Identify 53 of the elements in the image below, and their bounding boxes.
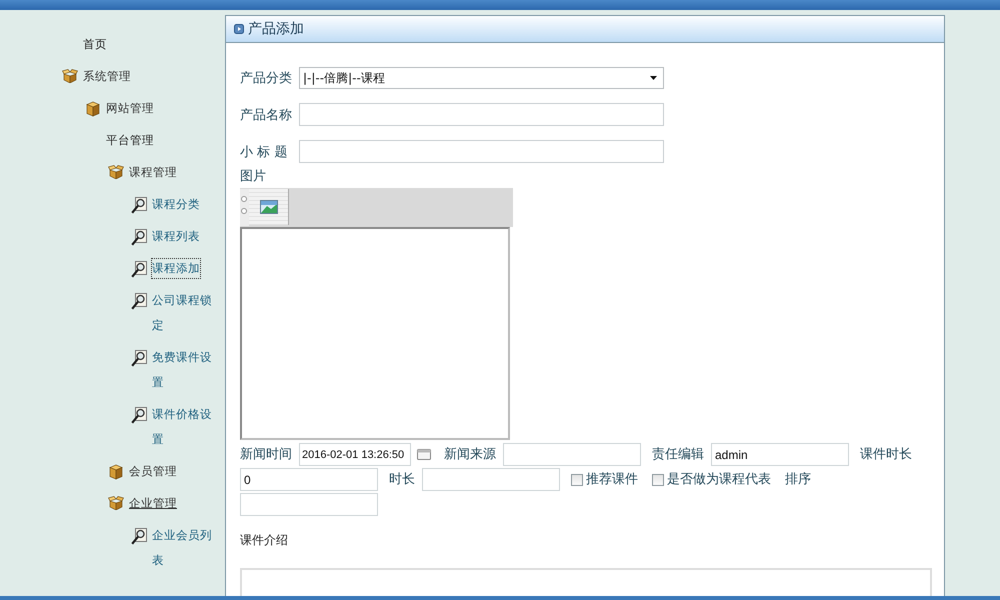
tree-item[interactable]: 平台管理 (106, 128, 154, 153)
checkbox-label[interactable]: 推荐课件 (586, 470, 638, 490)
tree-item[interactable]: 课程管理 (129, 160, 177, 185)
tree-item[interactable]: 免费课件设置 (152, 345, 213, 395)
field-label: 小 标 题 (240, 144, 288, 160)
tree-item[interactable]: 企业管理 (129, 491, 177, 516)
checkbox[interactable] (652, 474, 664, 486)
input-field[interactable] (503, 443, 641, 466)
field-label: 产品名称 (240, 106, 292, 124)
insert-image-button[interactable] (249, 189, 289, 225)
tree-item[interactable]: 企业会员列表 (152, 523, 213, 573)
field-label: 排序 (785, 470, 811, 488)
tree-item[interactable]: 课程分类 (152, 192, 200, 217)
tree-item[interactable]: 课程添加 (152, 259, 200, 278)
document-magnifier-icon (131, 350, 147, 367)
field-label: 课件时长 (860, 446, 912, 464)
text-area-field[interactable] (240, 227, 510, 440)
field-label: 产品分类 (240, 70, 292, 87)
field-label: 新闻时间 (240, 446, 292, 464)
document-magnifier-icon (131, 407, 147, 424)
tree-item[interactable]: 课程列表 (152, 224, 200, 249)
document-magnifier-icon (131, 528, 147, 545)
input-field[interactable] (240, 493, 378, 516)
panel-title: 产品添加 (248, 20, 304, 38)
tree-item[interactable]: 课件价格设置 (152, 402, 213, 452)
document-magnifier-icon (131, 197, 147, 214)
checkbox-label[interactable]: 是否做为课程代表 (667, 470, 771, 490)
input-field[interactable] (299, 103, 664, 126)
caret-icon (650, 76, 657, 80)
tree-item[interactable]: 系统管理 (83, 64, 131, 89)
input-field[interactable]: 2016-02-01 13:26:50 (299, 443, 411, 466)
grip-icon (240, 189, 249, 226)
field-label: 新闻来源 (444, 446, 496, 464)
play-square-icon (234, 24, 244, 34)
field-label: 课件介绍 (240, 532, 288, 548)
calendar-icon[interactable] (417, 449, 431, 460)
input-field[interactable] (299, 140, 664, 163)
field-label: 图片 (240, 169, 266, 185)
input-field[interactable]: 0 (240, 468, 378, 491)
document-magnifier-icon (131, 229, 147, 246)
input-field[interactable]: admin (711, 443, 849, 466)
tree-item[interactable]: 网站管理 (106, 96, 154, 121)
checkbox[interactable] (571, 474, 583, 486)
field-label: 时长 (389, 470, 415, 488)
tree-item[interactable]: 会员管理 (129, 459, 177, 484)
field-label: 责任编辑 (652, 446, 704, 464)
tree-item[interactable]: 首页 (83, 32, 107, 57)
document-magnifier-icon (131, 293, 147, 310)
document-magnifier-icon (131, 261, 147, 278)
category-dropdown[interactable]: |-|--倍腾|--课程 (299, 67, 664, 89)
picture-icon (260, 200, 278, 214)
input-field[interactable] (422, 468, 560, 491)
tree-item[interactable]: 公司课程锁定 (152, 288, 213, 338)
